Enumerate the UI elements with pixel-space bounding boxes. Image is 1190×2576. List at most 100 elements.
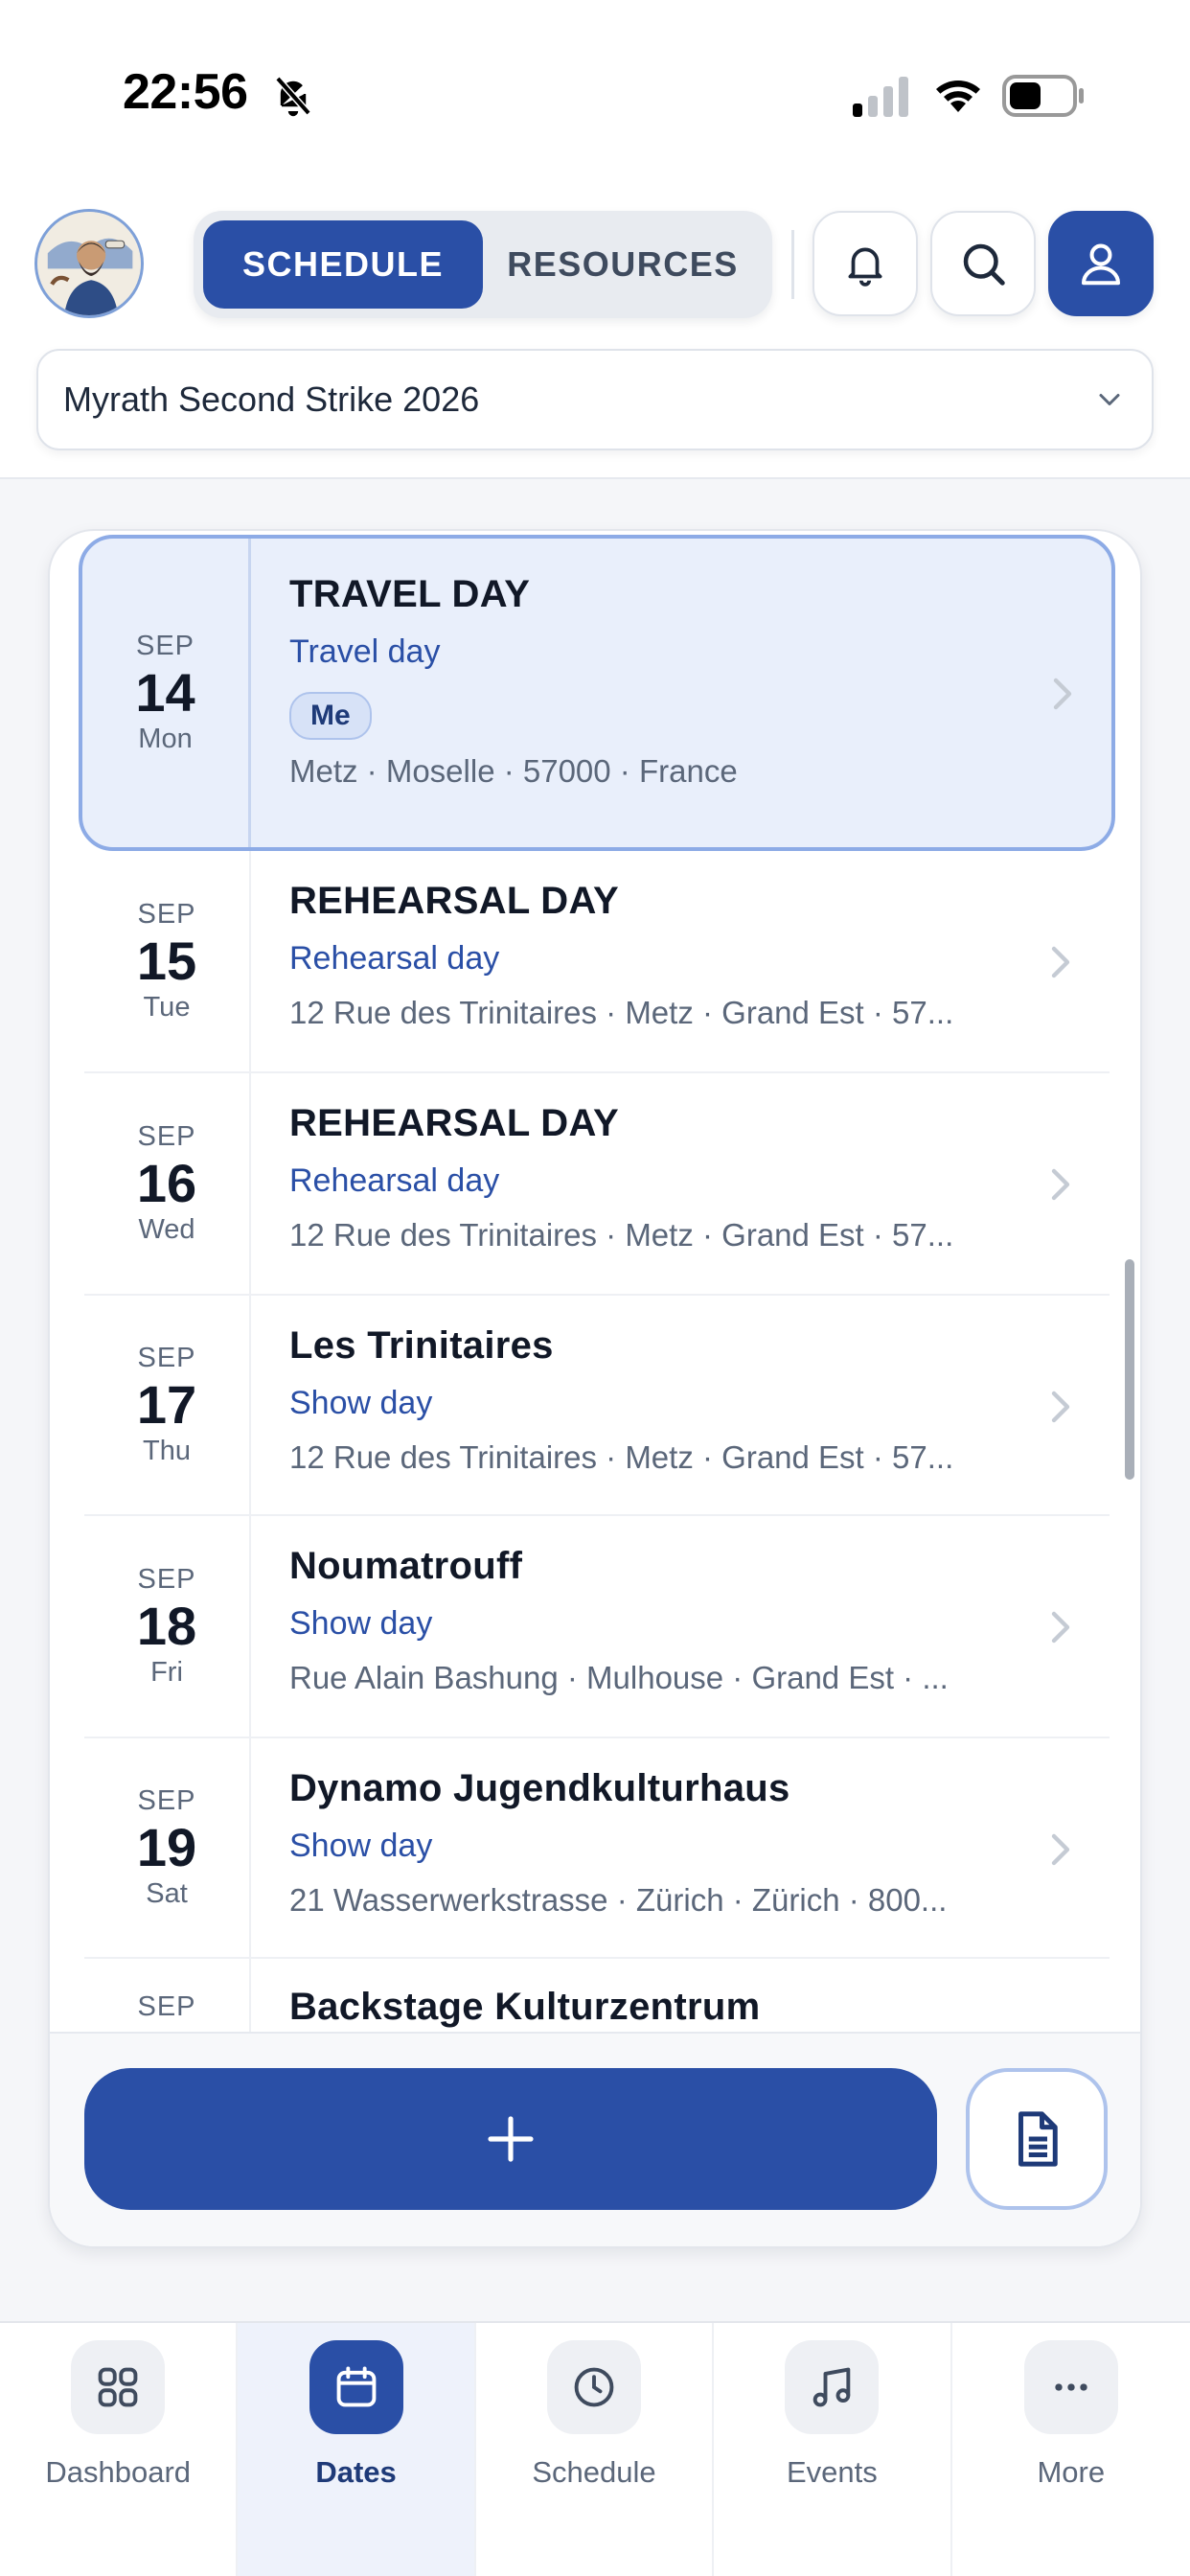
date-row-selected[interactable]: SEP 14 Mon TRAVEL DAY Travel day Me Metz…	[79, 535, 1115, 851]
date-type: Show day	[289, 1605, 433, 1642]
date-month: SEP	[137, 899, 196, 930]
date-type: Show day	[289, 1385, 433, 1421]
date-address: 12 Rue des Trinitaires · Metz · Grand Es…	[289, 995, 954, 1030]
nav-label: More	[1037, 2455, 1106, 2489]
date-row[interactable]: SEP 18 Fri Noumatrouff Show day Rue Alai…	[84, 1516, 1110, 1738]
date-title: Noumatrouff	[289, 1545, 523, 1587]
date-weekday: Fri	[150, 1657, 183, 1688]
date-month: SEP	[137, 1121, 196, 1152]
header-divider	[791, 230, 794, 299]
dates-content: SEP 14 Mon TRAVEL DAY Travel day Me Metz…	[0, 479, 1190, 2321]
nav-label: Dates	[315, 2455, 397, 2489]
date-info: Les Trinitaires Show day 12 Rue des Trin…	[289, 1324, 1033, 1476]
date-info: REHEARSAL DAY Rehearsal day 12 Rue des T…	[289, 880, 1033, 1031]
cellular-signal-icon	[853, 77, 908, 117]
date-badge: SEP 15 Tue	[84, 851, 251, 1071]
bottom-navigation: Dashboard Dates Schedule Events More	[0, 2321, 1190, 2576]
tab-resources[interactable]: RESOURCES	[483, 220, 763, 309]
search-icon	[963, 243, 1005, 286]
nav-events[interactable]: Events	[714, 2323, 952, 2576]
date-row[interactable]: SEP 19 Sat Dynamo Jugendkulturhaus Show …	[84, 1738, 1110, 1959]
notifications-button[interactable]	[812, 211, 918, 316]
nav-label: Events	[786, 2455, 878, 2489]
date-type: Rehearsal day	[289, 940, 500, 977]
nav-schedule[interactable]: Schedule	[476, 2323, 715, 2576]
add-date-button[interactable]	[84, 2068, 937, 2210]
date-badge: SEP 16 Wed	[84, 1073, 251, 1294]
search-button[interactable]	[930, 211, 1036, 316]
nav-more[interactable]: More	[952, 2323, 1190, 2576]
ellipsis-icon	[1055, 2383, 1087, 2391]
clock-icon	[574, 2367, 614, 2407]
export-document-button[interactable]	[966, 2068, 1108, 2210]
date-month: SEP	[135, 631, 195, 661]
date-type: Travel day	[289, 633, 441, 670]
date-badge: SEP 19 Sat	[84, 1738, 251, 1957]
date-info: REHEARSAL DAY Rehearsal day 12 Rue des T…	[289, 1102, 1033, 1254]
tour-selector[interactable]: Myrath Second Strike 2026	[36, 349, 1154, 450]
plus-icon	[488, 2116, 534, 2162]
bell-icon	[848, 247, 882, 287]
date-row[interactable]: SEP 16 Wed REHEARSAL DAY Rehearsal day 1…	[84, 1073, 1110, 1296]
date-badge: SEP	[84, 1959, 251, 2032]
profile-button[interactable]	[1048, 211, 1154, 316]
date-day: 16	[136, 1153, 197, 1213]
band-avatar[interactable]	[34, 209, 144, 318]
nav-icon-container	[1023, 2340, 1118, 2434]
date-info: Dynamo Jugendkulturhaus Show day 21 Wass…	[289, 1767, 1033, 1919]
dates-list[interactable]: SEP 14 Mon TRAVEL DAY Travel day Me Metz…	[50, 531, 1140, 2032]
chevron-right-icon	[1051, 1391, 1070, 1423]
date-row[interactable]: SEP 15 Tue REHEARSAL DAY Rehearsal day 1…	[84, 851, 1110, 1073]
view-segmented-control: SCHEDULE RESOURCES	[194, 211, 772, 318]
chevron-right-icon	[1053, 678, 1072, 710]
date-month: SEP	[137, 1343, 196, 1373]
date-info: TRAVEL DAY Travel day Me Metz · Moselle …	[289, 573, 1035, 790]
date-day: 17	[136, 1374, 197, 1435]
tab-schedule[interactable]: SCHEDULE	[203, 220, 483, 309]
date-weekday: Wed	[138, 1214, 195, 1245]
date-day: 14	[135, 662, 195, 723]
date-title: Les Trinitaires	[289, 1324, 554, 1367]
assignee-chip: Me	[289, 692, 372, 740]
date-title: Dynamo Jugendkulturhaus	[289, 1767, 790, 1809]
date-badge: SEP 14 Mon	[82, 539, 251, 847]
tour-selector-value: Myrath Second Strike 2026	[63, 380, 480, 419]
document-icon	[1018, 2111, 1058, 2167]
nav-label: Schedule	[532, 2455, 656, 2489]
nav-icon-container	[546, 2340, 641, 2434]
date-row[interactable]: SEP 17 Thu Les Trinitaires Show day 12 R…	[84, 1296, 1110, 1516]
battery-icon	[1002, 75, 1084, 117]
date-address: 12 Rue des Trinitaires · Metz · Grand Es…	[289, 1217, 954, 1253]
status-time: 22:56	[123, 64, 248, 120]
band-logo-illustration	[37, 212, 141, 315]
nav-dashboard[interactable]: Dashboard	[0, 2323, 239, 2576]
status-bar: 22:56	[0, 0, 1190, 192]
chevron-right-icon	[1051, 946, 1070, 978]
date-info: Noumatrouff Show day Rue Alain Bashung ·…	[289, 1545, 1033, 1696]
grid-icon	[98, 2367, 138, 2407]
chevron-right-icon	[1051, 1833, 1070, 1866]
nav-icon-container	[71, 2340, 166, 2434]
date-day: 18	[136, 1596, 197, 1656]
date-title: REHEARSAL DAY	[289, 880, 619, 922]
date-title: TRAVEL DAY	[289, 573, 531, 615]
list-scrollbar[interactable]	[1125, 1259, 1134, 1480]
date-row[interactable]: SEP Backstage Kulturzentrum	[84, 1959, 1110, 2032]
date-type: Rehearsal day	[289, 1162, 500, 1199]
dates-card: SEP 14 Mon TRAVEL DAY Travel day Me Metz…	[48, 529, 1142, 2248]
music-note-icon	[813, 2367, 851, 2407]
wifi-icon	[936, 80, 980, 112]
date-month: SEP	[137, 1564, 196, 1595]
date-weekday: Mon	[138, 724, 193, 754]
date-badge: SEP 17 Thu	[84, 1296, 251, 1514]
card-actions	[50, 2032, 1140, 2246]
nav-dates[interactable]: Dates	[238, 2323, 476, 2576]
nav-label: Dashboard	[45, 2455, 192, 2489]
date-day: 15	[136, 931, 197, 991]
chevron-right-icon	[1051, 1168, 1070, 1201]
date-info: Backstage Kulturzentrum	[289, 1986, 1033, 2029]
date-address: Rue Alain Bashung · Mulhouse · Grand Est…	[289, 1660, 949, 1695]
app-header: SCHEDULE RESOURCES Myrath Second Strike …	[0, 192, 1190, 479]
date-weekday: Sat	[146, 1878, 188, 1909]
date-weekday: Thu	[143, 1436, 191, 1466]
